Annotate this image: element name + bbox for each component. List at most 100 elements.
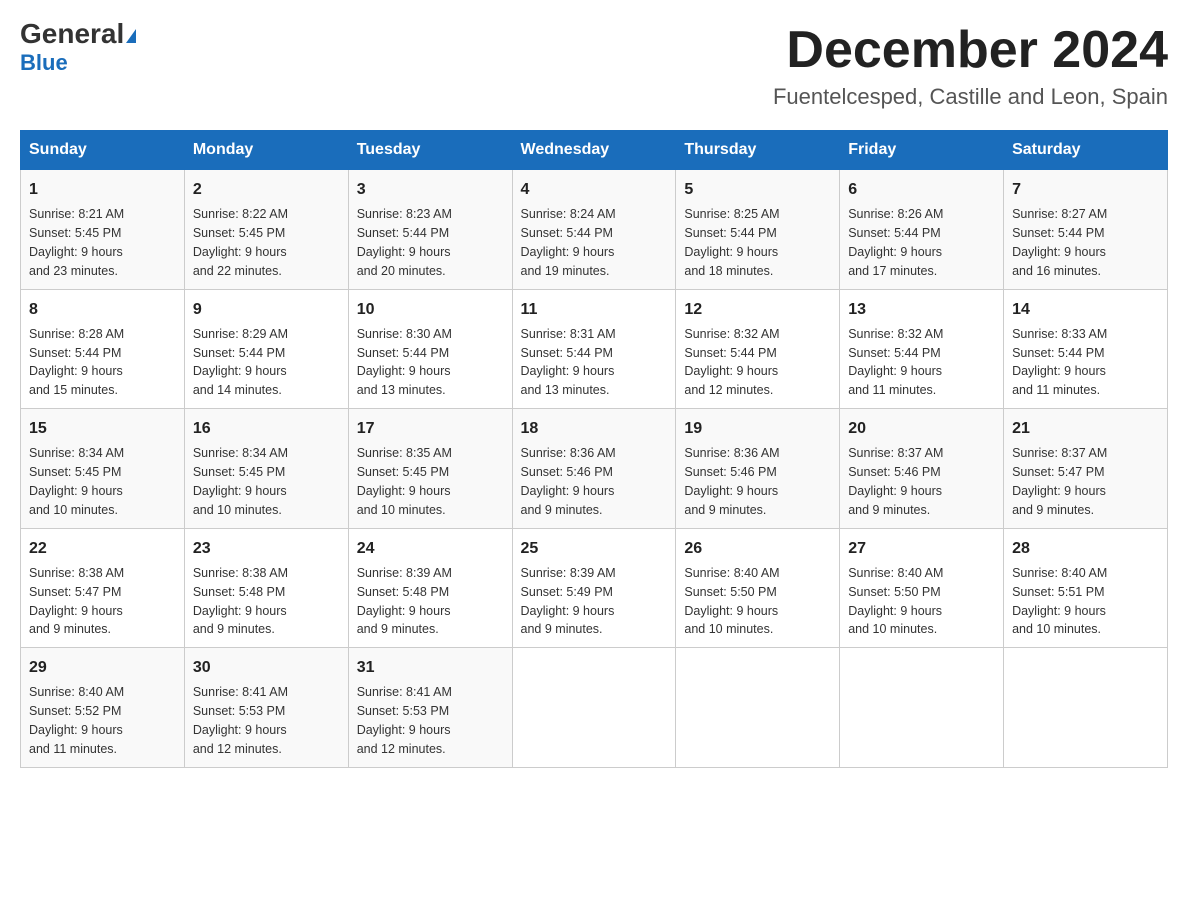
day-sunset: Sunset: 5:44 PM (521, 346, 613, 360)
calendar-cell: 5 Sunrise: 8:25 AM Sunset: 5:44 PM Dayli… (676, 170, 840, 290)
day-sunset: Sunset: 5:44 PM (1012, 346, 1104, 360)
day-sunrise: Sunrise: 8:40 AM (848, 566, 943, 580)
day-daylight: Daylight: 9 hours (1012, 364, 1106, 378)
day-daylight-min: and 13 minutes. (521, 383, 610, 397)
day-daylight: Daylight: 9 hours (848, 364, 942, 378)
day-daylight: Daylight: 9 hours (848, 245, 942, 259)
day-daylight: Daylight: 9 hours (848, 484, 942, 498)
day-daylight-min: and 14 minutes. (193, 383, 282, 397)
day-number: 25 (521, 537, 668, 560)
calendar-cell: 10 Sunrise: 8:30 AM Sunset: 5:44 PM Dayl… (348, 289, 512, 409)
day-sunrise: Sunrise: 8:37 AM (1012, 446, 1107, 460)
day-sunrise: Sunrise: 8:39 AM (357, 566, 452, 580)
day-sunset: Sunset: 5:45 PM (193, 465, 285, 479)
day-daylight: Daylight: 9 hours (684, 245, 778, 259)
day-sunset: Sunset: 5:48 PM (193, 585, 285, 599)
day-daylight-min: and 23 minutes. (29, 264, 118, 278)
page-header: General Blue December 2024 Fuentelcesped… (20, 20, 1168, 110)
day-sunset: Sunset: 5:45 PM (29, 226, 121, 240)
day-number: 29 (29, 656, 176, 679)
week-row-4: 22 Sunrise: 8:38 AM Sunset: 5:47 PM Dayl… (21, 528, 1168, 648)
day-daylight: Daylight: 9 hours (357, 723, 451, 737)
day-daylight: Daylight: 9 hours (357, 604, 451, 618)
day-sunset: Sunset: 5:45 PM (357, 465, 449, 479)
day-number: 23 (193, 537, 340, 560)
calendar-cell: 26 Sunrise: 8:40 AM Sunset: 5:50 PM Dayl… (676, 528, 840, 648)
calendar-cell (676, 648, 840, 768)
day-sunset: Sunset: 5:50 PM (848, 585, 940, 599)
day-daylight-min: and 11 minutes. (848, 383, 936, 397)
day-daylight: Daylight: 9 hours (29, 484, 123, 498)
day-sunset: Sunset: 5:44 PM (684, 346, 776, 360)
col-saturday: Saturday (1004, 131, 1168, 170)
day-daylight-min: and 12 minutes. (193, 742, 282, 756)
day-sunset: Sunset: 5:44 PM (848, 226, 940, 240)
day-number: 28 (1012, 537, 1159, 560)
calendar-cell: 22 Sunrise: 8:38 AM Sunset: 5:47 PM Dayl… (21, 528, 185, 648)
day-daylight: Daylight: 9 hours (1012, 484, 1106, 498)
day-sunset: Sunset: 5:44 PM (193, 346, 285, 360)
day-daylight-min: and 10 minutes. (193, 503, 282, 517)
day-sunrise: Sunrise: 8:38 AM (29, 566, 124, 580)
day-sunset: Sunset: 5:49 PM (521, 585, 613, 599)
calendar-cell: 29 Sunrise: 8:40 AM Sunset: 5:52 PM Dayl… (21, 648, 185, 768)
day-number: 24 (357, 537, 504, 560)
day-sunset: Sunset: 5:51 PM (1012, 585, 1104, 599)
day-sunset: Sunset: 5:53 PM (193, 704, 285, 718)
day-sunrise: Sunrise: 8:24 AM (521, 207, 616, 221)
day-sunrise: Sunrise: 8:32 AM (684, 327, 779, 341)
day-sunrise: Sunrise: 8:31 AM (521, 327, 616, 341)
day-daylight-min: and 22 minutes. (193, 264, 282, 278)
day-number: 14 (1012, 298, 1159, 321)
day-number: 8 (29, 298, 176, 321)
day-sunset: Sunset: 5:50 PM (684, 585, 776, 599)
day-sunset: Sunset: 5:44 PM (357, 346, 449, 360)
calendar-cell: 14 Sunrise: 8:33 AM Sunset: 5:44 PM Dayl… (1004, 289, 1168, 409)
day-number: 2 (193, 178, 340, 201)
calendar-cell: 2 Sunrise: 8:22 AM Sunset: 5:45 PM Dayli… (184, 170, 348, 290)
day-sunset: Sunset: 5:44 PM (29, 346, 121, 360)
day-daylight-min: and 11 minutes. (1012, 383, 1100, 397)
day-sunrise: Sunrise: 8:40 AM (29, 685, 124, 699)
day-daylight-min: and 10 minutes. (848, 622, 937, 636)
day-sunset: Sunset: 5:44 PM (684, 226, 776, 240)
day-sunset: Sunset: 5:47 PM (1012, 465, 1104, 479)
calendar-cell: 20 Sunrise: 8:37 AM Sunset: 5:46 PM Dayl… (840, 409, 1004, 529)
day-daylight: Daylight: 9 hours (684, 604, 778, 618)
day-sunrise: Sunrise: 8:25 AM (684, 207, 779, 221)
day-daylight-min: and 15 minutes. (29, 383, 118, 397)
logo-sub: Blue (20, 50, 68, 76)
week-row-5: 29 Sunrise: 8:40 AM Sunset: 5:52 PM Dayl… (21, 648, 1168, 768)
day-sunrise: Sunrise: 8:34 AM (193, 446, 288, 460)
calendar-cell: 15 Sunrise: 8:34 AM Sunset: 5:45 PM Dayl… (21, 409, 185, 529)
calendar-table: Sunday Monday Tuesday Wednesday Thursday… (20, 130, 1168, 768)
day-sunset: Sunset: 5:44 PM (357, 226, 449, 240)
day-number: 15 (29, 417, 176, 440)
calendar-cell: 19 Sunrise: 8:36 AM Sunset: 5:46 PM Dayl… (676, 409, 840, 529)
day-daylight-min: and 9 minutes. (357, 622, 439, 636)
day-number: 16 (193, 417, 340, 440)
day-sunset: Sunset: 5:46 PM (684, 465, 776, 479)
day-daylight-min: and 9 minutes. (1012, 503, 1094, 517)
calendar-cell: 11 Sunrise: 8:31 AM Sunset: 5:44 PM Dayl… (512, 289, 676, 409)
day-sunrise: Sunrise: 8:40 AM (1012, 566, 1107, 580)
day-sunset: Sunset: 5:46 PM (848, 465, 940, 479)
day-daylight-min: and 19 minutes. (521, 264, 610, 278)
calendar-cell (512, 648, 676, 768)
logo-text: General (20, 20, 136, 48)
logo: General Blue (20, 20, 136, 76)
day-daylight: Daylight: 9 hours (1012, 604, 1106, 618)
day-daylight: Daylight: 9 hours (29, 723, 123, 737)
day-sunset: Sunset: 5:47 PM (29, 585, 121, 599)
day-number: 31 (357, 656, 504, 679)
day-number: 9 (193, 298, 340, 321)
col-sunday: Sunday (21, 131, 185, 170)
calendar-cell (840, 648, 1004, 768)
day-daylight: Daylight: 9 hours (193, 245, 287, 259)
day-daylight: Daylight: 9 hours (521, 245, 615, 259)
day-number: 30 (193, 656, 340, 679)
title-block: December 2024 Fuentelcesped, Castille an… (773, 20, 1168, 110)
day-sunrise: Sunrise: 8:37 AM (848, 446, 943, 460)
day-daylight-min: and 12 minutes. (357, 742, 446, 756)
day-daylight: Daylight: 9 hours (1012, 245, 1106, 259)
